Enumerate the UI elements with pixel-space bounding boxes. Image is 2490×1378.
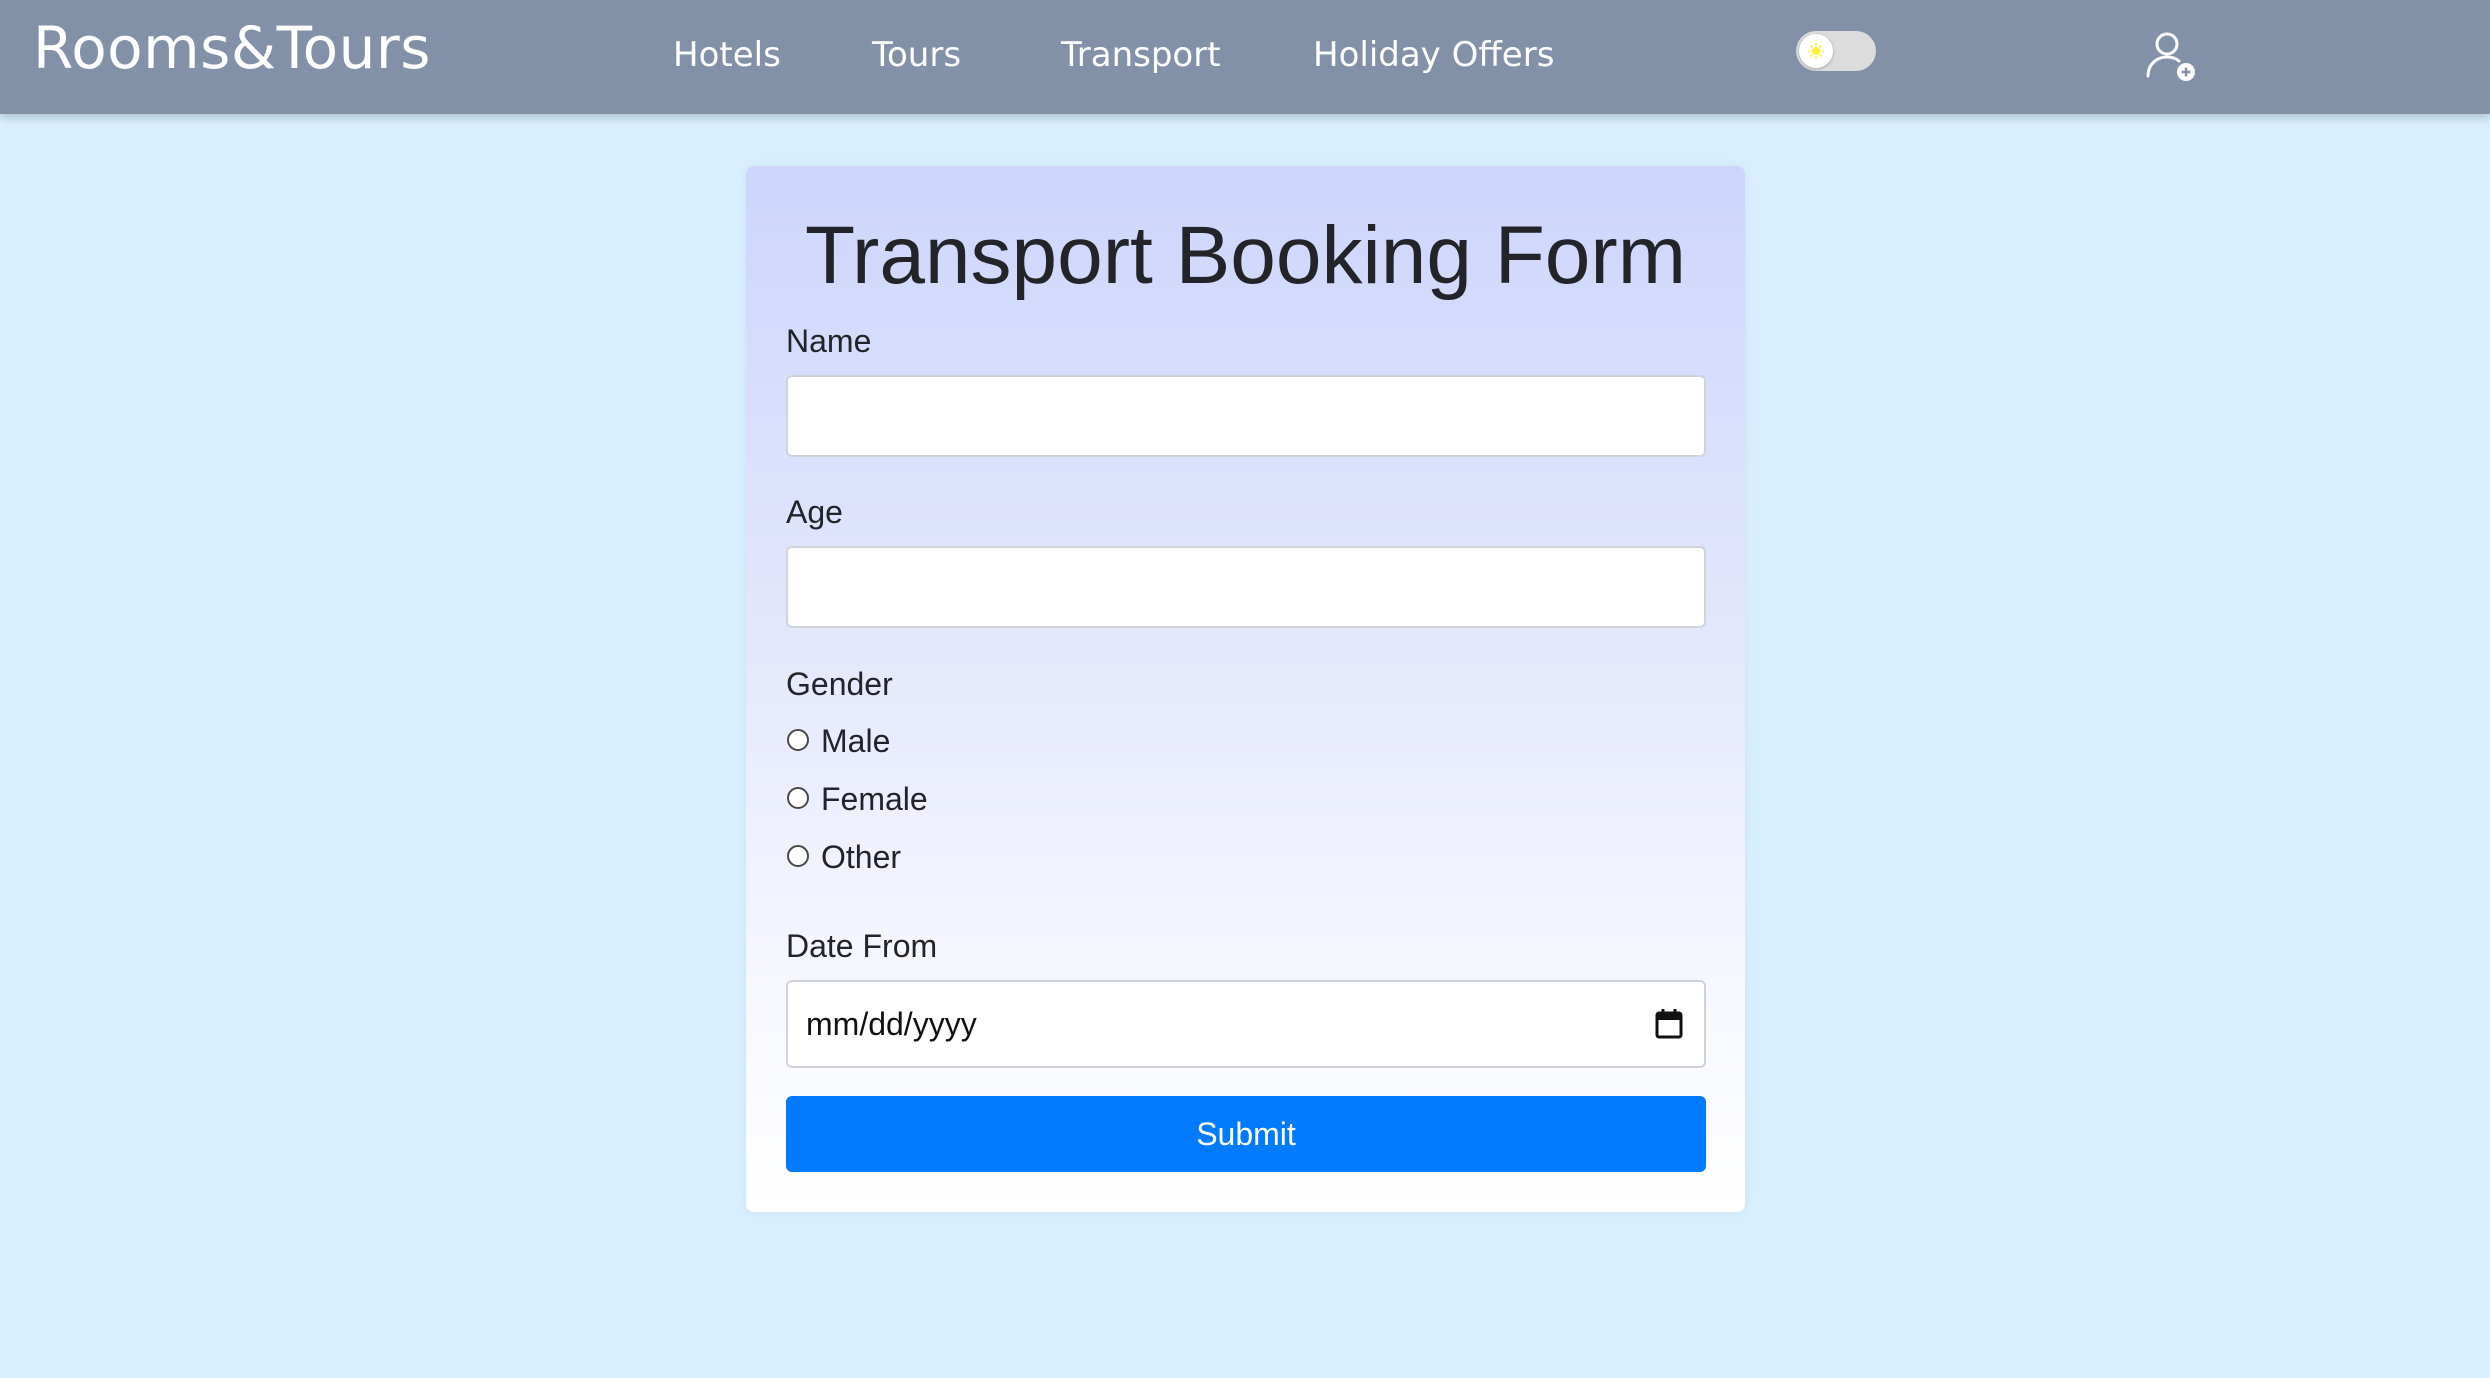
- name-input[interactable]: [786, 375, 1706, 457]
- age-input[interactable]: [786, 546, 1706, 628]
- sun-icon: [1808, 43, 1824, 59]
- date-placeholder: mm/dd/yyyy: [806, 1006, 977, 1042]
- theme-toggle[interactable]: [1796, 31, 1876, 71]
- radio-button[interactable]: [787, 845, 809, 867]
- gender-label: Gender: [786, 666, 893, 702]
- nav-link-hotels[interactable]: Hotels: [673, 30, 781, 80]
- nav-link-transport[interactable]: Transport: [1061, 30, 1221, 80]
- age-label: Age: [786, 494, 843, 530]
- name-label: Name: [786, 323, 872, 359]
- nav-link-tours[interactable]: Tours: [872, 30, 961, 80]
- date-from-input[interactable]: mm/dd/yyyy: [786, 980, 1706, 1068]
- form-title: Transport Booking Form: [804, 210, 1687, 301]
- radio-label-female: Female: [821, 781, 928, 817]
- nav-link-holiday-offers[interactable]: Holiday Offers: [1313, 30, 1554, 80]
- date-from-label: Date From: [786, 928, 938, 964]
- navbar: Rooms&Tours Hotels Tours Transport Holid…: [0, 0, 2490, 114]
- radio-label-other: Other: [821, 839, 902, 875]
- radio-label-male: Male: [821, 723, 891, 759]
- brand-logo[interactable]: Rooms&Tours: [33, 10, 431, 86]
- calendar-icon[interactable]: [1654, 1008, 1684, 1040]
- toggle-knob: [1799, 34, 1833, 68]
- booking-form-card: Transport Booking Form Name Age Gender M…: [746, 166, 1745, 1212]
- user-add-icon[interactable]: [2143, 30, 2199, 86]
- radio-button[interactable]: [787, 787, 809, 809]
- submit-button[interactable]: Submit: [786, 1096, 1706, 1172]
- radio-button[interactable]: [787, 729, 809, 751]
